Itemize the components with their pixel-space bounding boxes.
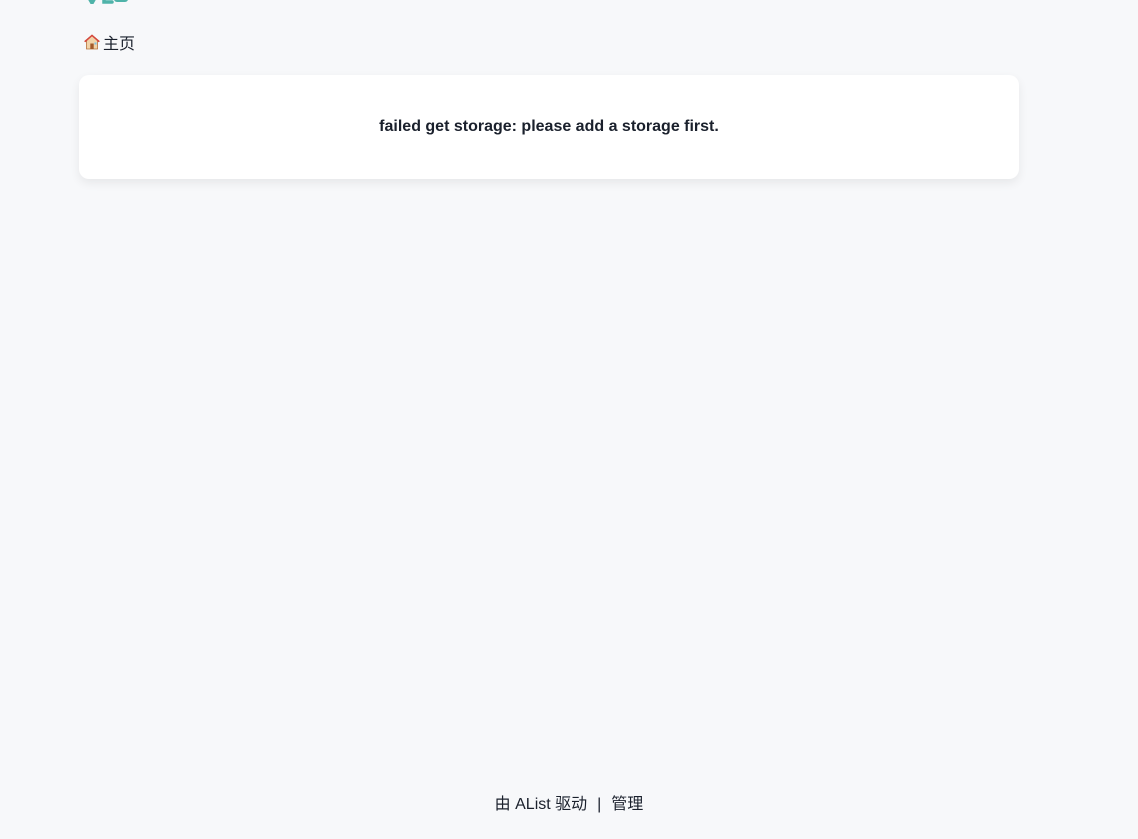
breadcrumb[interactable]: 主页 (83, 30, 135, 54)
error-card: failed get storage: please add a storage… (79, 75, 1019, 179)
manage-link[interactable]: 管理 (611, 796, 643, 813)
powered-by-link[interactable]: 由 AList 驱动 (495, 796, 587, 813)
breadcrumb-home-label[interactable]: 主页 (103, 30, 135, 54)
page: 主页 failed get storage: please add a stor… (0, 0, 1138, 839)
house-icon (83, 33, 101, 51)
footer: 由 AList 驱动 | 管理 (0, 795, 1138, 815)
alist-logo-icon[interactable] (84, 0, 132, 4)
error-message: failed get storage: please add a storage… (379, 118, 719, 135)
footer-separator: | (597, 796, 602, 813)
